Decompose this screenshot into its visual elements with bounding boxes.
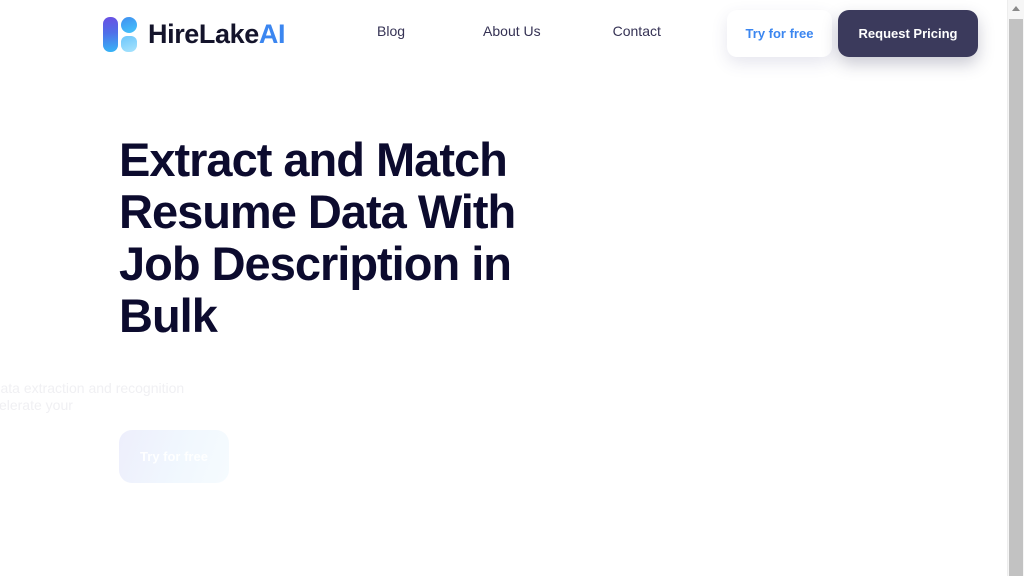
logo-wordmark: HireLakeAI (148, 18, 286, 49)
page-viewport: HireLakeAI Blog About Us Contact Try for… (0, 0, 1007, 576)
logo-bar-shape (103, 17, 118, 52)
logo-rect-shape (121, 36, 137, 52)
nav-item-about-us[interactable]: About Us (483, 24, 541, 38)
site-header: HireLakeAI Blog About Us Contact Try for… (0, 0, 1007, 67)
arrow-up-glyph (1012, 6, 1020, 11)
vertical-scrollbar[interactable] (1007, 0, 1024, 576)
site-logo[interactable]: HireLakeAI (103, 13, 285, 55)
hero-heading: Extract and Match Resume Data With Job D… (119, 133, 516, 342)
nav-item-blog[interactable]: Blog (377, 24, 405, 38)
hero-try-for-free-button[interactable]: Try for free (119, 430, 229, 483)
scrollbar-thumb[interactable] (1009, 19, 1023, 576)
logo-text-accent: AI (258, 18, 286, 49)
logo-text-primary: HireLake (148, 18, 259, 49)
hero-subtitle: Use AI powered data extraction and recog… (0, 380, 185, 413)
try-for-free-button[interactable]: Try for free (727, 10, 832, 57)
hirelake-logo-icon (103, 14, 139, 54)
request-pricing-button[interactable]: Request Pricing (838, 10, 978, 57)
main-navigation: Blog About Us Contact (377, 24, 661, 38)
scroll-up-arrow-icon[interactable] (1008, 0, 1024, 17)
hero-section: Extract and Match Resume Data With Job D… (0, 67, 1007, 576)
logo-circle-shape (121, 17, 137, 33)
nav-item-contact[interactable]: Contact (613, 24, 661, 38)
